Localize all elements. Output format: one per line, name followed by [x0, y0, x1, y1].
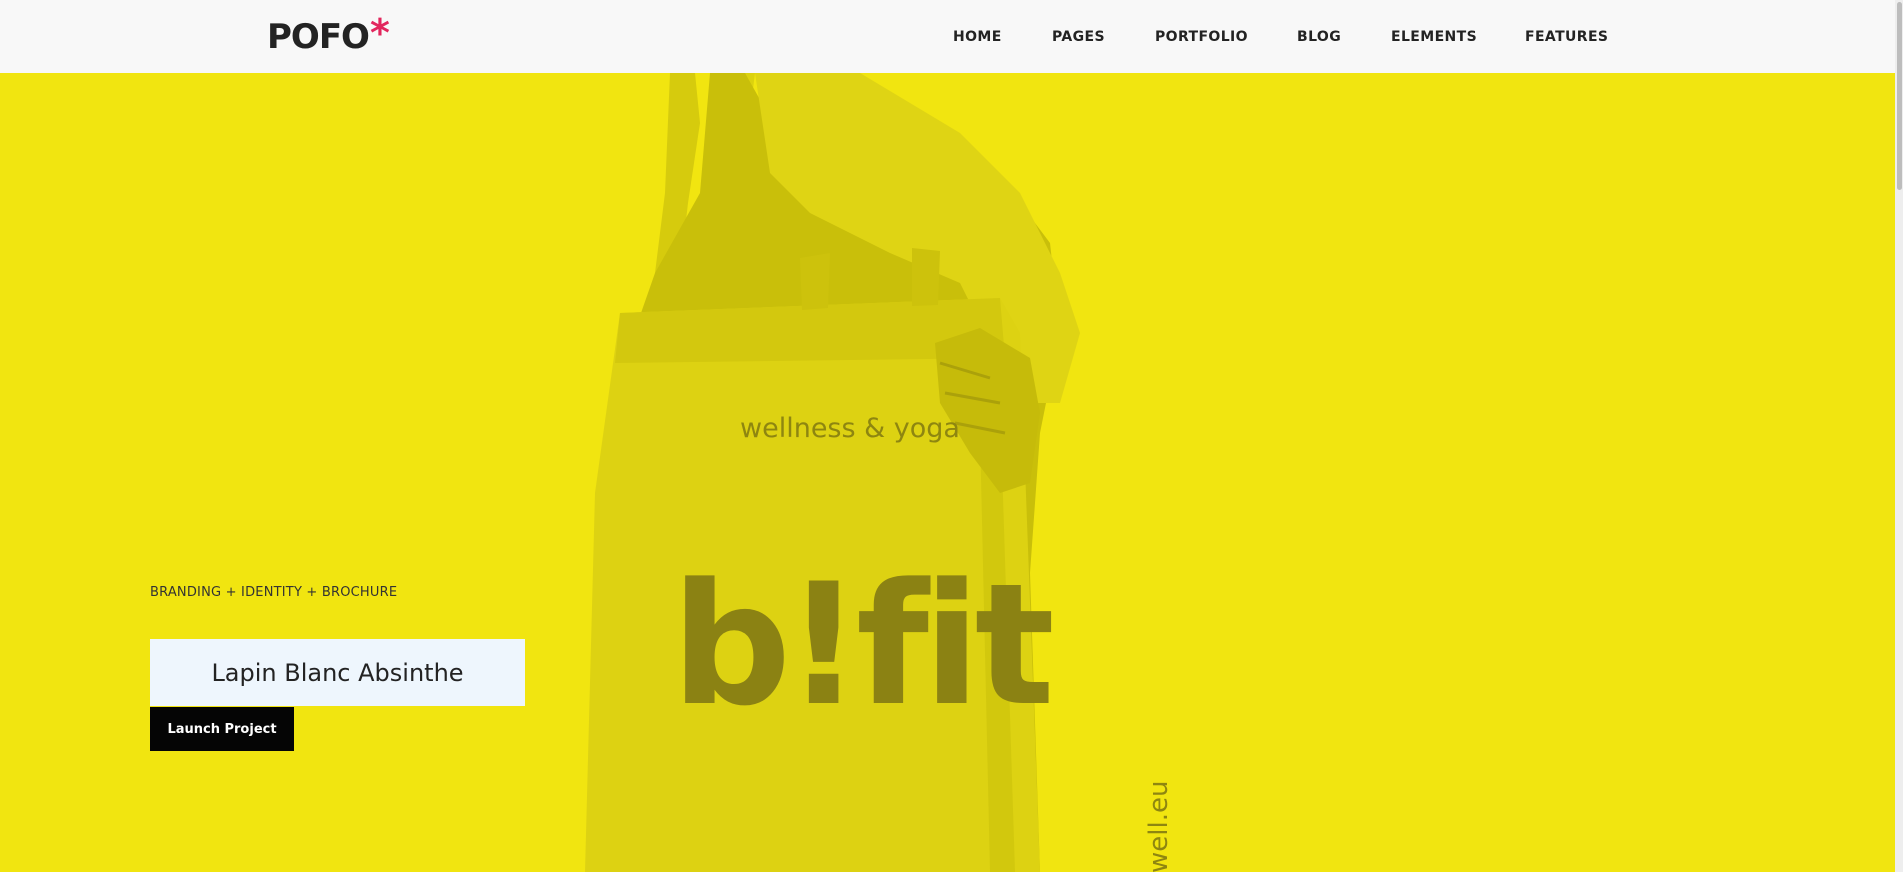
nav-elements[interactable]: ELEMENTS [1391, 29, 1477, 45]
bag-subtitle-text: wellness & yoga [740, 413, 960, 444]
launch-project-button[interactable]: Launch Project [150, 707, 294, 751]
hero-image: wellness & yoga b!fit well.eu [560, 73, 1360, 872]
nav-home[interactable]: HOME [953, 29, 1002, 45]
logo-asterisk-icon: * [369, 11, 390, 55]
project-tagline: BRANDING + IDENTITY + BROCHURE [150, 585, 398, 600]
site-header: POFO * HOME PAGES PORTFOLIO BLOG ELEMENT… [0, 0, 1903, 73]
nav-blog[interactable]: BLOG [1297, 29, 1341, 45]
nav-portfolio[interactable]: PORTFOLIO [1155, 29, 1248, 45]
scrollbar-thumb[interactable] [1897, 2, 1902, 190]
project-title-box: Lapin Blanc Absinthe [150, 639, 525, 706]
nav-pages[interactable]: PAGES [1052, 29, 1105, 45]
bag-side-text: well.eu [1144, 781, 1174, 872]
logo[interactable]: POFO * [267, 11, 390, 61]
bag-brand-text: b!fit [671, 547, 1052, 743]
nav-features[interactable]: FEATURES [1525, 29, 1608, 45]
page-scrollbar[interactable] [1895, 0, 1903, 872]
project-title: Lapin Blanc Absinthe [211, 658, 464, 687]
logo-text: POFO [267, 17, 370, 57]
